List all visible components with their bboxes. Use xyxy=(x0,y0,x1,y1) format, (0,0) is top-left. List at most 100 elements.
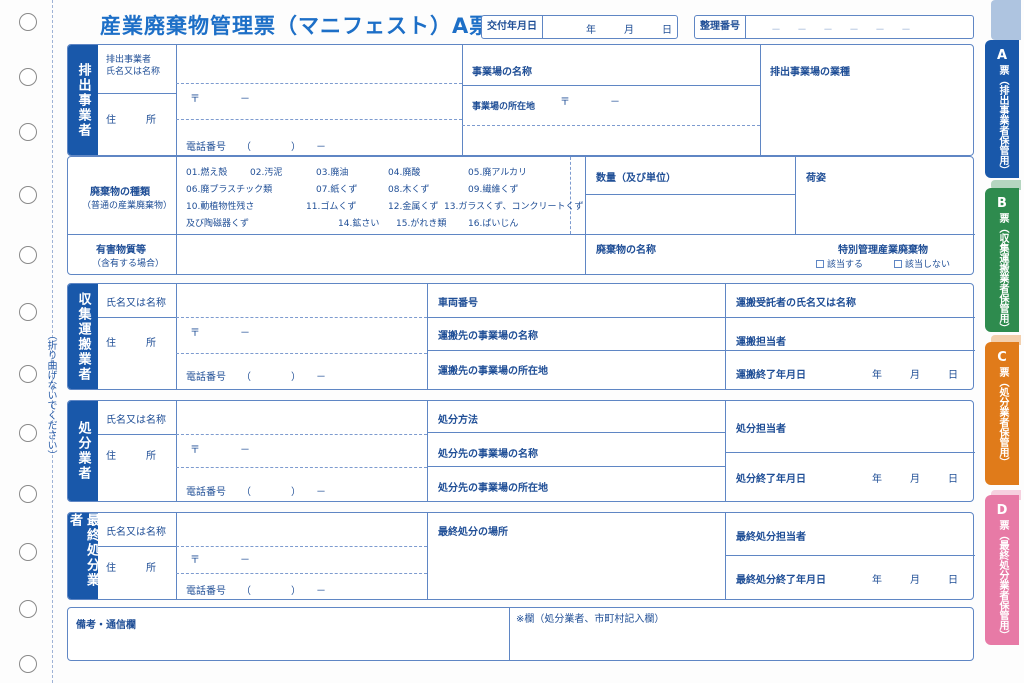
final-end-date-label: 最終処分終了年月日 xyxy=(736,575,826,586)
punch-hole xyxy=(19,246,37,264)
final-name-label: 氏名又は名称 xyxy=(106,527,166,538)
punch-hole xyxy=(19,424,37,442)
fold-note: （折り曲げないでください） xyxy=(45,330,56,460)
tab-d[interactable]: D 票（最終処分業者保管用） xyxy=(985,495,1019,645)
issue-date-label: 交付年月日 xyxy=(482,16,543,38)
disposal-end-day: 日 xyxy=(948,474,958,485)
tab-d-text: 票（最終処分業者保管用） xyxy=(997,520,1008,640)
transport-dest-address-label: 運搬先の事業場の所在地 xyxy=(438,366,548,377)
reference-number-label: 整理番号 xyxy=(695,16,746,38)
tab-strip xyxy=(991,0,1021,40)
star-field-label: ※欄（処分業者、市町村記入欄） xyxy=(516,614,665,625)
transport-side-label: 収集運搬業者 xyxy=(68,284,98,389)
final-place-label: 最終処分の場所 xyxy=(438,527,508,538)
punch-hole xyxy=(19,68,37,86)
emitter-name-label: 排出事業者 氏名又は名称 xyxy=(106,55,161,77)
disposal-end-date-label: 処分終了年月日 xyxy=(736,474,806,485)
final-side-label: 最終処分業者 xyxy=(67,513,99,599)
emitter-side-label: 排出事業者 xyxy=(68,45,98,155)
issue-month-label: 月 xyxy=(624,25,634,36)
waste-name-label: 廃棄物の名称 xyxy=(596,245,656,256)
site-address-label: 事業場の所在地 xyxy=(472,102,536,112)
vehicle-number-label: 車両番号 xyxy=(438,298,478,309)
punch-hole xyxy=(19,543,37,561)
final-address-label: 住 所 xyxy=(106,563,156,574)
transport-phone[interactable]: 電話番号 （ ） － xyxy=(186,368,326,383)
tab-b-text: 票（収集運搬業者保管用） xyxy=(997,213,1008,333)
disposal-name-label: 氏名又は名称 xyxy=(106,415,166,426)
waste-type-label: 廃棄物の種類 xyxy=(90,187,150,198)
tab-b[interactable]: B 票（収集運搬業者保管用） xyxy=(985,188,1019,333)
tab-a-letter: A xyxy=(996,48,1008,63)
transport-address-label: 住 所 xyxy=(106,338,156,349)
industry-label: 排出事業場の業種 xyxy=(770,67,850,78)
transport-end-date-label: 運搬終了年月日 xyxy=(736,370,806,381)
tab-c[interactable]: C 票（処分業者保管用） xyxy=(985,342,1019,485)
reference-number-box[interactable]: 整理番号 － － － － － － xyxy=(694,15,974,39)
disposal-end-month: 月 xyxy=(910,474,920,485)
reference-number-dashes: － － － － － － xyxy=(771,25,914,36)
disposal-side-label: 処分業者 xyxy=(68,401,98,501)
transport-name-label: 氏名又は名称 xyxy=(106,298,166,309)
checkbox-icon xyxy=(816,260,824,268)
emitter-address-label: 住 所 xyxy=(106,115,156,126)
punch-hole xyxy=(19,303,37,321)
site-name-label: 事業場の名称 xyxy=(472,67,532,78)
final-phone[interactable]: 電話番号 （ ） － xyxy=(186,582,326,597)
final-postal[interactable]: 〒 － xyxy=(190,551,250,566)
quantity-label: 数量（及び単位） xyxy=(596,173,676,184)
final-end-year: 年 xyxy=(872,575,882,586)
disposal-person-label: 処分担当者 xyxy=(736,424,786,435)
hazard-label: 有害物質等 xyxy=(96,245,146,256)
page-title: 産業廃棄物管理票（マニフェスト）A票 xyxy=(100,14,492,38)
notes-section: 備考・通信欄 ※欄（処分業者、市町村記入欄） xyxy=(67,607,974,661)
waste-section: 廃棄物の種類 （普通の産業廃棄物） 01.燃え殻 02.汚泥 03.廃油 04.… xyxy=(67,156,975,275)
emitter-section: 排出事業者 排出事業者 氏名又は名称 住 所 〒 － 電話番号 （ ） － 事業… xyxy=(67,44,974,156)
transport-postal[interactable]: 〒 － xyxy=(190,324,250,339)
punch-hole xyxy=(19,655,37,673)
hazard-sub: （含有する場合） xyxy=(92,259,165,269)
disposal-phone[interactable]: 電話番号 （ ） － xyxy=(186,483,326,498)
special-waste-label: 特別管理産業廃棄物 xyxy=(838,245,928,256)
tab-a[interactable]: A 票（排出事業者保管用） xyxy=(985,40,1019,178)
transport-section: 収集運搬業者 氏名又は名称 住 所 〒 － 電話番号 （ ） － 車両番号 運搬… xyxy=(67,283,975,390)
special-not-applies-checkbox[interactable]: 該当しない xyxy=(894,257,950,270)
disposal-method-label: 処分方法 xyxy=(438,415,478,426)
emitter-postal[interactable]: 〒 － xyxy=(190,90,250,105)
packing-label: 荷姿 xyxy=(806,173,826,184)
emitter-phone[interactable]: 電話番号 （ ） － xyxy=(186,138,326,153)
tab-c-letter: C xyxy=(997,350,1007,365)
transport-person-label: 運搬担当者 xyxy=(736,337,786,348)
issue-date-box[interactable]: 交付年月日 年 月 日 xyxy=(481,15,678,39)
disposal-address-label: 住 所 xyxy=(106,451,156,462)
punch-hole xyxy=(19,600,37,618)
disposal-dest-address-label: 処分先の事業場の所在地 xyxy=(438,483,548,494)
punch-hole xyxy=(19,365,37,383)
punch-hole xyxy=(19,186,37,204)
tab-b-letter: B xyxy=(997,196,1007,211)
punch-hole xyxy=(19,13,37,31)
transport-end-day: 日 xyxy=(948,370,958,381)
transport-end-month: 月 xyxy=(910,370,920,381)
special-applies-checkbox[interactable]: 該当する xyxy=(816,257,863,270)
transport-dest-name-label: 運搬先の事業場の名称 xyxy=(438,331,538,342)
transport-recipient-label: 運搬受託者の氏名又は名称 xyxy=(736,298,856,309)
disposal-section: 処分業者 氏名又は名称 住 所 〒 － 電話番号 （ ） － 処分方法 処分先の… xyxy=(67,400,975,502)
remarks-label: 備考・通信欄 xyxy=(76,620,136,631)
issue-year-label: 年 xyxy=(586,25,596,36)
tab-d-letter: D xyxy=(996,503,1008,518)
waste-type-sub: （普通の産業廃棄物） xyxy=(82,201,173,211)
checkbox-icon xyxy=(894,260,902,268)
final-person-label: 最終処分担当者 xyxy=(736,532,806,543)
disposal-postal[interactable]: 〒 － xyxy=(190,441,250,456)
issue-day-label: 日 xyxy=(662,25,672,36)
disposal-end-year: 年 xyxy=(872,474,882,485)
final-end-day: 日 xyxy=(948,575,958,586)
tab-c-text: 票（処分業者保管用） xyxy=(997,367,1008,467)
punch-hole xyxy=(19,485,37,503)
final-end-month: 月 xyxy=(910,575,920,586)
site-postal[interactable]: 〒 － xyxy=(560,93,620,108)
disposal-dest-name-label: 処分先の事業場の名称 xyxy=(438,449,538,460)
final-disposal-section: 最終処分業者 氏名又は名称 住 所 〒 － 電話番号 （ ） － 最終処分の場所… xyxy=(67,512,975,600)
tab-a-text: 票（排出事業者保管用） xyxy=(997,65,1008,175)
